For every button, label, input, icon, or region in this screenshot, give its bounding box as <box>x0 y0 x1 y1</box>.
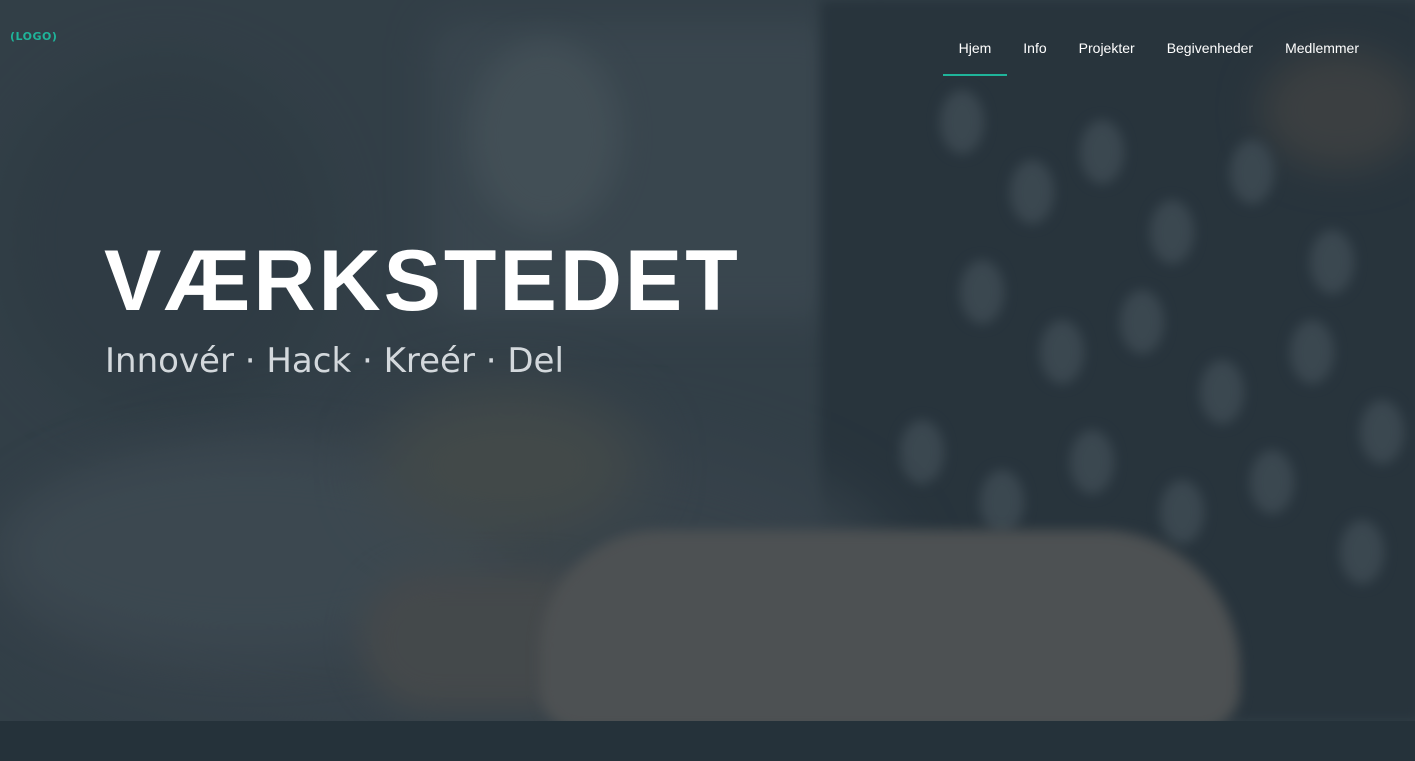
nav-item-projekter[interactable]: Projekter <box>1063 40 1151 76</box>
hero-section: (LOGO) Hjem Info Projekter Begivenheder … <box>0 0 1415 721</box>
hero-title: VÆRKSTEDET <box>104 233 741 329</box>
nav-item-info[interactable]: Info <box>1007 40 1062 76</box>
logo[interactable]: (LOGO) <box>10 30 57 43</box>
nav-item-hjem[interactable]: Hjem <box>942 40 1008 76</box>
nav-item-begivenheder[interactable]: Begivenheder <box>1151 40 1269 76</box>
page-section-bar <box>0 721 1415 761</box>
nav-item-medlemmer[interactable]: Medlemmer <box>1269 40 1375 76</box>
main-nav: Hjem Info Projekter Begivenheder Medlemm… <box>942 40 1375 76</box>
hero-tagline: Innovér · Hack · Kreér · Del <box>105 341 564 381</box>
